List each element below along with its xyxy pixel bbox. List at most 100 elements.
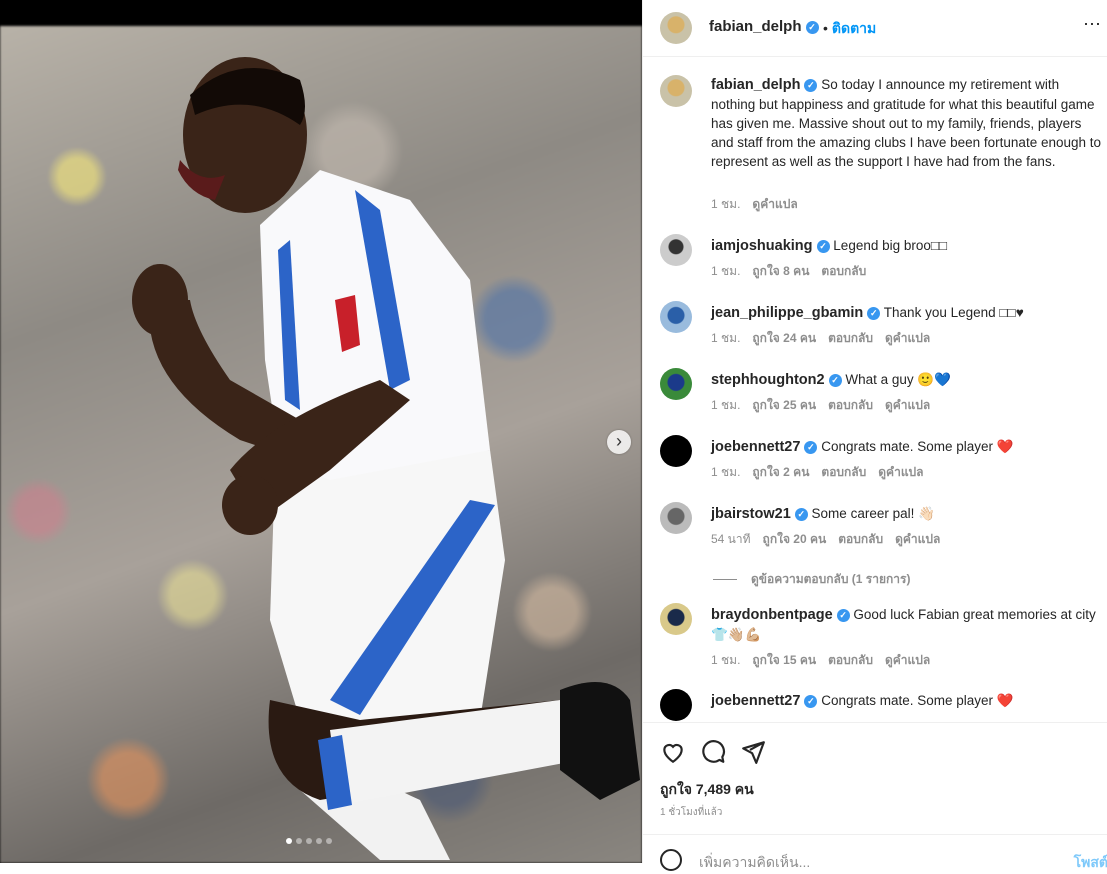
comment-meta: 1 ชม. ถูกใจ 24 คน ตอบกลับ ดูคำแปล: [711, 329, 942, 348]
comment-input[interactable]: เพิ่มความคิดเห็น...: [699, 852, 810, 874]
heart-icon[interactable]: [660, 739, 686, 765]
author-avatar[interactable]: [660, 12, 692, 44]
comment-time[interactable]: 1 ชม.: [711, 264, 740, 278]
comment-meta: 1 ชม. ถูกใจ 2 คน ตอบกลับ ดูคำแปล: [711, 463, 936, 482]
commenter-avatar[interactable]: [660, 234, 692, 266]
comment-username[interactable]: stephhoughton2: [711, 372, 825, 388]
see-translation-link[interactable]: ดูคำแปล: [752, 197, 797, 211]
follow-group: • ติดตาม: [823, 18, 876, 40]
verified-icon: ✓: [867, 306, 881, 320]
comment-likes[interactable]: ถูกใจ 8 คน: [752, 264, 809, 278]
see-translation-link[interactable]: ดูคำแปล: [895, 532, 940, 546]
next-arrow-icon[interactable]: ›: [607, 430, 631, 454]
follow-button[interactable]: ติดตาม: [832, 20, 876, 36]
comment-likes[interactable]: ถูกใจ 15 คน: [752, 653, 816, 667]
carousel-dot: [296, 838, 302, 844]
comment-meta: 54 นาที ถูกใจ 20 คน ตอบกลับ ดูคำแปล: [711, 530, 952, 549]
comment-text: Congrats mate. Some player ❤️: [821, 693, 1014, 708]
comment-time[interactable]: 1 ชม.: [711, 653, 740, 667]
reply-button[interactable]: ตอบกลับ: [821, 264, 866, 278]
comment-time[interactable]: 1 ชม.: [711, 331, 740, 345]
comment-likes[interactable]: ถูกใจ 25 คน: [752, 398, 816, 412]
verified-icon: ✓: [794, 507, 808, 521]
reply-button[interactable]: ตอบกลับ: [828, 653, 873, 667]
replies-line: [713, 579, 737, 581]
view-replies-label[interactable]: ดูข้อความตอบกลับ (1 รายการ): [751, 572, 910, 586]
comment-username[interactable]: jean_philippe_gbamin: [711, 305, 863, 321]
verified-icon: ✓: [805, 20, 819, 34]
view-replies-button[interactable]: ดูข้อความตอบกลับ (1 รายการ): [713, 570, 910, 589]
see-translation-link[interactable]: ดูคำแปล: [885, 331, 930, 345]
caption-username[interactable]: fabian_delph: [711, 77, 800, 93]
reply-button[interactable]: ตอบกลับ: [821, 465, 866, 479]
comment-meta: 1 ชม. ถูกใจ 25 คน ตอบกลับ ดูคำแปล: [711, 396, 942, 415]
author-avatar[interactable]: [660, 75, 692, 107]
see-translation-link[interactable]: ดูคำแปล: [878, 465, 923, 479]
emoji-icon[interactable]: [660, 849, 682, 871]
comment-body: joebennett27 ✓ Congrats mate. Some player…: [711, 691, 1103, 711]
see-translation-link[interactable]: ดูคำแปล: [885, 398, 930, 412]
more-options-icon[interactable]: ⋯: [1083, 14, 1102, 35]
comment-text: Some career pal! 👋🏻: [811, 506, 935, 521]
add-comment-bar: เพิ่มความคิดเห็น... โพสต์: [643, 834, 1107, 871]
comment-likes[interactable]: ถูกใจ 24 คน: [752, 331, 816, 345]
verified-icon: ✓: [804, 440, 818, 454]
comment-time[interactable]: 54 นาที: [711, 532, 751, 546]
comment-text: What a guy 🙂💙: [845, 372, 951, 387]
comment-body: stephhoughton2 ✓ What a guy 🙂💙: [711, 370, 1103, 390]
comments-list: fabian_delph ✓ So today I announce my ret…: [643, 57, 1107, 722]
comment-meta: 1 ชม. ถูกใจ 15 คน ตอบกลับ ดูคำแปล: [711, 651, 942, 670]
caption-meta: 1 ชม. ดูคำแปล: [711, 195, 810, 214]
post-photo[interactable]: ›: [0, 0, 642, 863]
comment-likes[interactable]: ถูกใจ 2 คน: [752, 465, 809, 479]
see-translation-link[interactable]: ดูคำแปล: [885, 653, 930, 667]
commenter-avatar[interactable]: [660, 301, 692, 333]
comment-username[interactable]: jbairstow21: [711, 506, 791, 522]
commenter-avatar[interactable]: [660, 368, 692, 400]
verified-icon: ✓: [804, 694, 818, 708]
reply-button[interactable]: ตอบกลับ: [828, 398, 873, 412]
author-name[interactable]: fabian_delph ✓: [709, 18, 819, 35]
commenter-avatar[interactable]: [660, 603, 692, 635]
post-comment-button[interactable]: โพสต์: [1074, 852, 1107, 874]
comment-text: Thank you Legend □□♥: [883, 305, 1024, 320]
comment-body: braydonbentpage ✓ Good luck Fabian great …: [711, 605, 1103, 644]
carousel-dot: [306, 838, 312, 844]
comment-text: Legend big broo□□: [833, 238, 948, 253]
commenter-avatar[interactable]: [660, 689, 692, 721]
caption-time[interactable]: 1 ชม.: [711, 197, 740, 211]
caption-body: fabian_delph ✓ So today I announce my ret…: [711, 75, 1103, 171]
verified-icon: ✓: [828, 373, 842, 387]
post-time[interactable]: 1 ชั่วโมงที่แล้ว: [660, 805, 722, 820]
likes-count[interactable]: ถูกใจ 7,489 คน: [660, 779, 754, 801]
comment-username[interactable]: joebennett27: [711, 439, 800, 455]
share-icon[interactable]: [740, 739, 766, 765]
comment-time[interactable]: 1 ชม.: [711, 398, 740, 412]
post-sidebar: fabian_delph ✓ • ติดตาม ⋯ fabian_delph ✓ So…: [642, 0, 1107, 871]
reply-button[interactable]: ตอบกลับ: [838, 532, 883, 546]
carousel-dots: [286, 838, 332, 844]
comment-time[interactable]: 1 ชม.: [711, 465, 740, 479]
carousel-dot: [286, 838, 292, 844]
comment-text: Congrats mate. Some player ❤️: [821, 439, 1014, 454]
comment-username[interactable]: iamjoshuaking: [711, 238, 813, 254]
player-illustration: [132, 57, 640, 860]
commenter-avatar[interactable]: [660, 502, 692, 534]
verified-icon: ✓: [804, 78, 818, 92]
comment-likes[interactable]: ถูกใจ 20 คน: [763, 532, 827, 546]
carousel-dot: [326, 838, 332, 844]
comment-username[interactable]: joebennett27: [711, 693, 800, 709]
commenter-avatar[interactable]: [660, 435, 692, 467]
reply-button[interactable]: ตอบกลับ: [828, 331, 873, 345]
verified-icon: ✓: [816, 239, 830, 253]
comment-meta: 1 ชม. ถูกใจ 8 คน ตอบกลับ: [711, 262, 878, 281]
separator-dot: •: [823, 20, 828, 36]
comment-body: jbairstow21 ✓ Some career pal! 👋🏻: [711, 504, 1103, 524]
verified-icon: ✓: [836, 608, 850, 622]
author-username[interactable]: fabian_delph: [709, 18, 802, 35]
comment-icon[interactable]: [700, 739, 726, 765]
post-header: fabian_delph ✓ • ติดตาม ⋯: [643, 0, 1107, 57]
comment-username[interactable]: braydonbentpage: [711, 607, 833, 623]
comment-body: jean_philippe_gbamin ✓ Thank you Legend □…: [711, 303, 1103, 323]
comment-body: iamjoshuaking ✓ Legend big broo□□: [711, 236, 1103, 256]
